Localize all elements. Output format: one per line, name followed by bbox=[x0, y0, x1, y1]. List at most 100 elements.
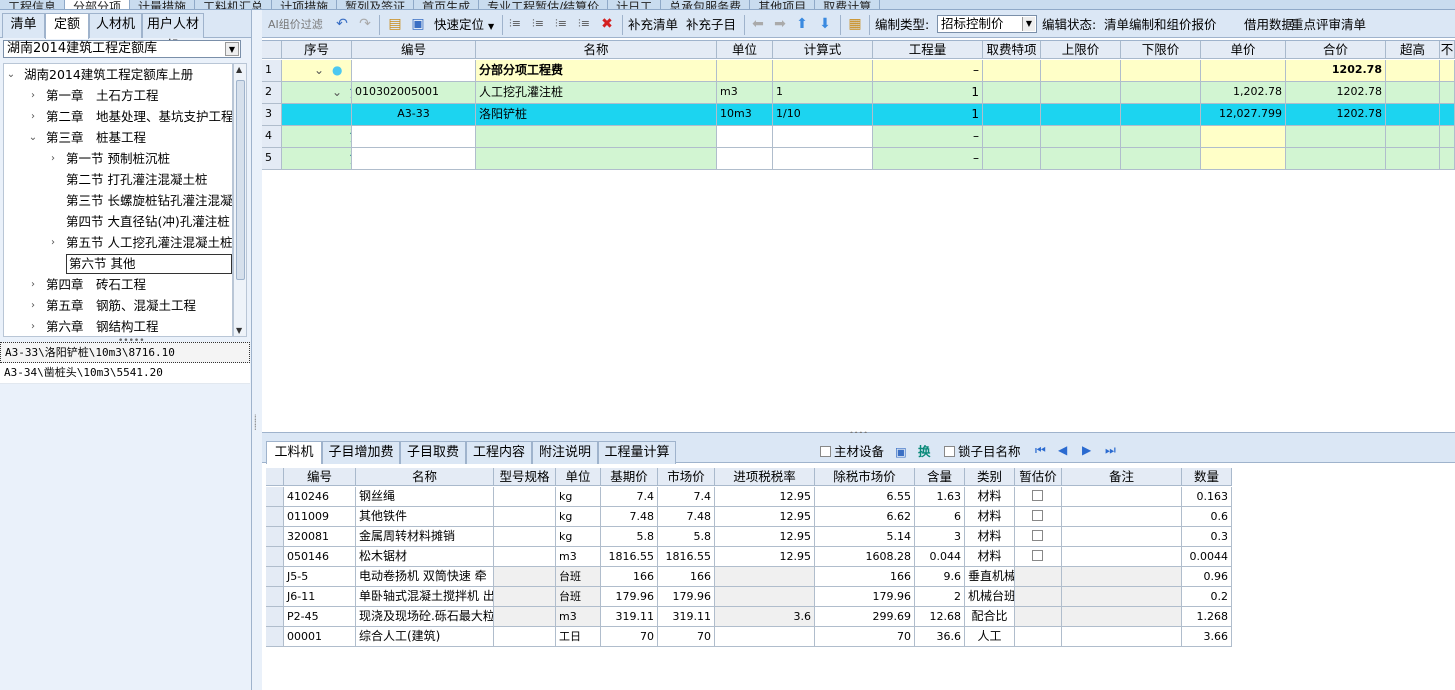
column-header[interactable]: 下限价 bbox=[1121, 41, 1201, 59]
market-cell[interactable]: 7.4 bbox=[658, 487, 715, 507]
seq-cell[interactable]: 子(1 bbox=[282, 104, 352, 126]
monitor-icon[interactable]: ▣ bbox=[895, 444, 907, 460]
upper-cell[interactable] bbox=[1041, 104, 1121, 126]
name-cell[interactable] bbox=[476, 126, 717, 148]
code-cell[interactable]: A3-33 bbox=[352, 104, 476, 126]
content-cell[interactable]: 36.6 bbox=[915, 627, 965, 647]
fee-cell[interactable] bbox=[983, 126, 1041, 148]
note-cell[interactable] bbox=[1062, 587, 1182, 607]
base-cell[interactable]: 7.48 bbox=[601, 507, 658, 527]
code-cell[interactable] bbox=[352, 60, 476, 82]
total-cell[interactable]: 1202.78 bbox=[1286, 104, 1386, 126]
name-cell[interactable]: 电动卷扬机 双筒快速 牵 bbox=[356, 567, 494, 587]
column-header[interactable]: 单位 bbox=[556, 468, 601, 486]
checkbox-icon[interactable] bbox=[1032, 530, 1043, 541]
base-cell[interactable]: 179.96 bbox=[601, 587, 658, 607]
undo-icon[interactable]: ↶ bbox=[334, 16, 350, 32]
upper-cell[interactable] bbox=[1041, 82, 1121, 104]
code-cell[interactable]: J5-5 bbox=[284, 567, 356, 587]
code-cell[interactable]: P2-45 bbox=[284, 607, 356, 627]
chevron-right-icon[interactable]: › bbox=[28, 107, 38, 127]
top-tab[interactable]: 工程信息 bbox=[0, 0, 66, 9]
base-cell[interactable]: 5.8 bbox=[601, 527, 658, 547]
column-header[interactable]: 含量 bbox=[915, 468, 965, 486]
estimate-cell[interactable] bbox=[1015, 507, 1062, 527]
top-tab[interactable]: 工料机汇总 bbox=[195, 0, 273, 9]
top-tab[interactable]: 其他项目 bbox=[750, 0, 816, 9]
top-tab[interactable]: 专业工程暂估/结算价 bbox=[479, 0, 609, 9]
net-cell[interactable]: 70 bbox=[815, 627, 915, 647]
tab-user-material[interactable]: 用户人材机 bbox=[142, 13, 204, 54]
qty-cell[interactable]: – bbox=[873, 60, 983, 82]
seq-cell[interactable]: ⌄ ● bbox=[282, 60, 352, 82]
column-header[interactable]: 市场价 bbox=[658, 468, 715, 486]
note-cell[interactable] bbox=[1062, 627, 1182, 647]
quota-list-item[interactable]: A3-34\凿桩头\10m3\5541.20 bbox=[0, 363, 250, 384]
top-tab[interactable]: 计项措施 bbox=[272, 0, 338, 9]
spec-cell[interactable] bbox=[494, 607, 556, 627]
chevron-right-icon[interactable]: › bbox=[48, 233, 58, 253]
lock-name-checkbox[interactable]: 锁子目名称 bbox=[944, 444, 1021, 460]
code-cell[interactable]: 050146 bbox=[284, 547, 356, 567]
price-cell[interactable]: 12,027.799 bbox=[1201, 104, 1286, 126]
content-cell[interactable]: 9.6 bbox=[915, 567, 965, 587]
qty-cell[interactable]: 1 bbox=[873, 104, 983, 126]
add-sub-button[interactable]: 补充子目 bbox=[686, 16, 736, 34]
code-cell[interactable]: 011009 bbox=[284, 507, 356, 527]
net-cell[interactable]: 1608.28 bbox=[815, 547, 915, 567]
top-tab[interactable]: 总承包服务费 bbox=[661, 0, 751, 9]
unit-cell[interactable]: m3 bbox=[556, 547, 601, 567]
cat-cell[interactable]: 材料 bbox=[965, 527, 1015, 547]
scroll-up-icon[interactable]: ▲ bbox=[236, 65, 242, 74]
fee-cell[interactable] bbox=[983, 82, 1041, 104]
spec-cell[interactable] bbox=[494, 487, 556, 507]
no-cell[interactable] bbox=[1440, 60, 1455, 82]
cat-cell[interactable]: 人工 bbox=[965, 627, 1015, 647]
cat-cell[interactable]: 配合比 bbox=[965, 607, 1015, 627]
no-cell[interactable] bbox=[1440, 126, 1455, 148]
top-tab[interactable]: 分部分项 bbox=[65, 0, 131, 9]
insert-row-icon[interactable]: ⫶≡ bbox=[507, 16, 523, 32]
tab-qty-calc[interactable]: 工程量计算 bbox=[598, 441, 676, 464]
column-header[interactable]: 取费特项 bbox=[983, 41, 1041, 59]
name-cell[interactable]: 松木锯材 bbox=[356, 547, 494, 567]
net-cell[interactable]: 6.62 bbox=[815, 507, 915, 527]
tab-quota[interactable]: 定额 bbox=[45, 13, 89, 39]
price-cell[interactable] bbox=[1201, 148, 1286, 170]
formula-cell[interactable]: 1 bbox=[773, 82, 873, 104]
next-record-icon[interactable]: ▶ bbox=[1082, 443, 1091, 457]
unit-cell[interactable]: 台班 bbox=[556, 587, 601, 607]
unit-cell[interactable] bbox=[717, 126, 773, 148]
cat-cell[interactable]: 材料 bbox=[965, 547, 1015, 567]
chevron-down-icon[interactable]: ⌄ bbox=[332, 82, 342, 102]
total-cell[interactable]: 1202.78 bbox=[1286, 82, 1386, 104]
tab-list[interactable]: 清单 bbox=[2, 13, 45, 38]
cat-cell[interactable]: 垂直机械 bbox=[965, 567, 1015, 587]
spec-cell[interactable] bbox=[494, 547, 556, 567]
unit-cell[interactable]: 台班 bbox=[556, 567, 601, 587]
net-cell[interactable]: 166 bbox=[815, 567, 915, 587]
qty-cell[interactable]: 0.163 bbox=[1182, 487, 1232, 507]
qty-cell[interactable]: 1.268 bbox=[1182, 607, 1232, 627]
content-cell[interactable]: 12.68 bbox=[915, 607, 965, 627]
checkbox-icon[interactable] bbox=[1032, 550, 1043, 561]
column-header[interactable]: 序号 bbox=[282, 41, 352, 59]
code-cell[interactable]: 410246 bbox=[284, 487, 356, 507]
content-cell[interactable]: 0.044 bbox=[915, 547, 965, 567]
formula-cell[interactable] bbox=[773, 148, 873, 170]
qty-cell[interactable]: – bbox=[873, 148, 983, 170]
over-cell[interactable] bbox=[1386, 60, 1440, 82]
qty-cell[interactable]: 0.6 bbox=[1182, 507, 1232, 527]
cat-cell[interactable]: 材料 bbox=[965, 507, 1015, 527]
code-cell[interactable] bbox=[352, 148, 476, 170]
vertical-splitter[interactable]: ⁞ ⁞ ⁞ bbox=[252, 10, 262, 690]
column-header[interactable]: 基期价 bbox=[601, 468, 658, 486]
chevron-down-icon[interactable]: ⌄ bbox=[28, 128, 38, 148]
add-child-icon[interactable]: ⫶≡ bbox=[576, 16, 592, 32]
market-cell[interactable]: 1816.55 bbox=[658, 547, 715, 567]
quick-locate-button[interactable]: 快速定位 ▼ bbox=[434, 16, 494, 34]
qty-cell[interactable]: – bbox=[873, 126, 983, 148]
chevron-down-icon[interactable]: ⌄ bbox=[6, 65, 16, 85]
cat-cell[interactable]: 机械台班 bbox=[965, 587, 1015, 607]
no-cell[interactable] bbox=[1440, 104, 1455, 126]
